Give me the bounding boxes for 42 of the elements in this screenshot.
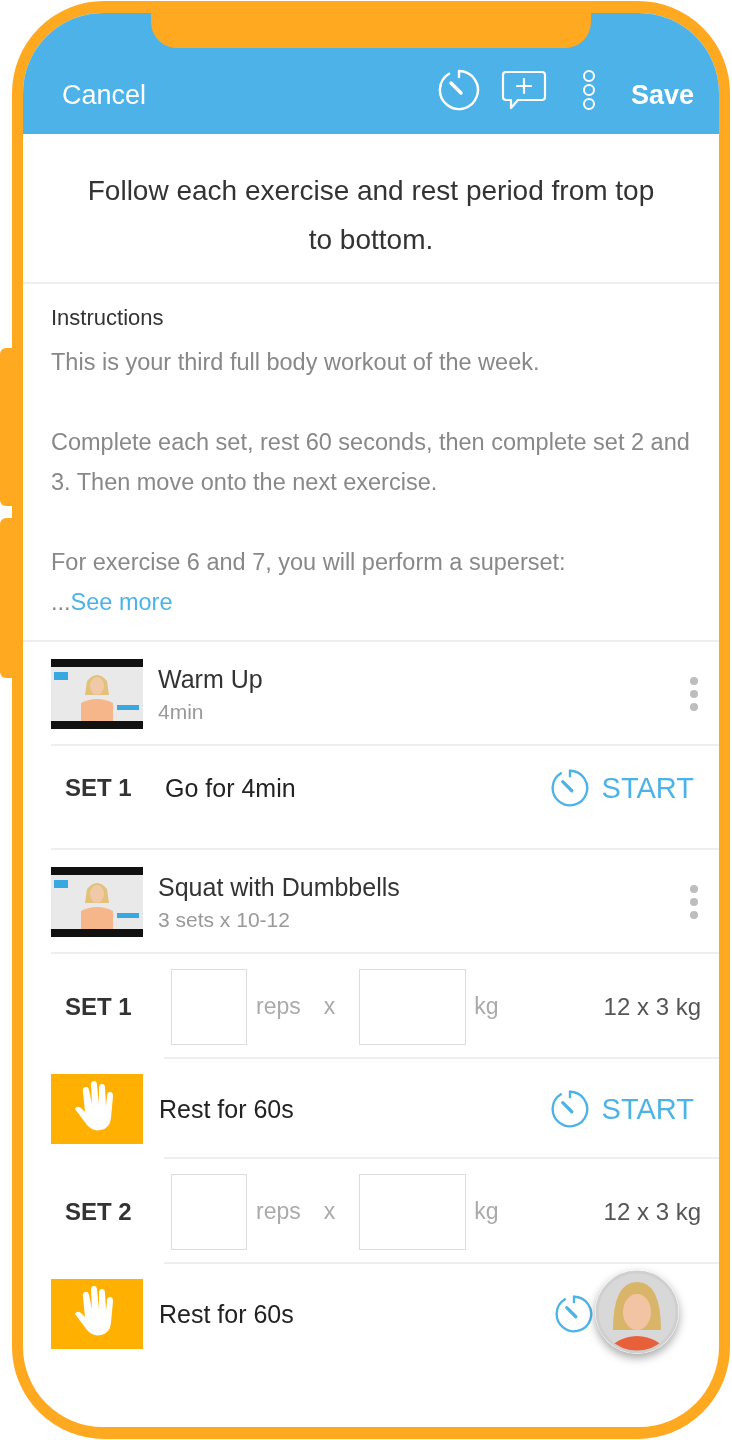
instructions-text: This is your third full body workout of the week.	[51, 348, 541, 377]
instructions-text: Complete each set, rest 60 seconds, then complete set 2 and 3. Then move onto the next exercise.	[51, 428, 691, 497]
more-icon[interactable]	[689, 884, 699, 920]
add-comment-icon[interactable]	[500, 69, 547, 111]
more-icon[interactable]	[689, 676, 699, 712]
weight-unit: kg	[474, 1198, 499, 1225]
reps-label: reps	[256, 1198, 301, 1225]
rest-text: Rest for 60s	[159, 1299, 294, 1329]
rest-text: Rest for 60s	[159, 1094, 294, 1124]
set-label: SET 1	[65, 992, 133, 1021]
exercise-title: Warm Up	[158, 664, 263, 695]
target-text: 12 x 3 kg	[603, 1197, 701, 1226]
reps-field[interactable]	[171, 968, 247, 1045]
set-label: SET 1	[65, 774, 133, 802]
reps-label: reps	[256, 993, 301, 1020]
timer-icon[interactable]	[436, 68, 481, 112]
intro-text: Follow each exercise and rest period from top to bottom.	[23, 134, 719, 284]
reps-field[interactable]	[171, 1173, 247, 1250]
weight-field[interactable]	[359, 968, 467, 1045]
exercise-details: 4min	[158, 699, 205, 725]
set-label: SET 2	[65, 1197, 133, 1226]
exercise-details: 3 sets x 10-12	[158, 907, 291, 933]
start-button[interactable]: START	[601, 1092, 694, 1126]
hand-icon	[51, 1074, 143, 1144]
timer-icon[interactable]	[549, 1089, 590, 1129]
see-more-link[interactable]: See more	[70, 589, 173, 615]
target-text: 12 x 3 kg	[603, 992, 701, 1021]
timer-icon[interactable]	[554, 1294, 594, 1334]
exercise-title: Squat with Dumbbells	[158, 872, 400, 903]
weight-unit: kg	[474, 993, 499, 1020]
start-button[interactable]: START	[601, 771, 694, 805]
times-sign: x	[323, 993, 336, 1020]
cancel-button[interactable]: Cancel	[62, 78, 147, 112]
save-button[interactable]: Save	[630, 78, 694, 112]
instructions-heading: Instructions	[51, 304, 165, 332]
instructions-text: For exercise 6 and 7, you will perform a superset: ...See more	[51, 548, 567, 617]
set-instruction: Go for 4min	[165, 773, 296, 803]
timer-icon[interactable]	[549, 768, 590, 808]
hand-icon	[51, 1279, 143, 1349]
more-icon[interactable]	[580, 69, 597, 111]
times-sign: x	[323, 1198, 336, 1225]
weight-field[interactable]	[359, 1173, 467, 1250]
